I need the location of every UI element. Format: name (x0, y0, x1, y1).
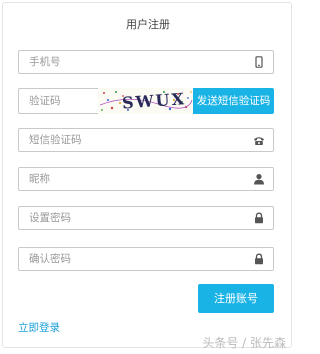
password-placeholder: 设置密码 (29, 212, 71, 224)
confirm-password-placeholder: 确认密码 (29, 253, 71, 265)
sms-code-placeholder: 短信验证码 (29, 134, 82, 146)
captcha-input[interactable]: 验证码 (18, 88, 98, 114)
nickname-placeholder: 昵称 (29, 173, 50, 185)
page-title: 用户注册 (126, 18, 170, 31)
login-link[interactable]: 立即登录 (18, 320, 60, 335)
mobile-phone-icon (253, 56, 265, 68)
captcha-text: SWUX (121, 89, 186, 112)
watermark: 头条号 / 张先森 (202, 336, 286, 350)
register-button[interactable]: 注册账号 (198, 284, 274, 313)
password-input[interactable]: 设置密码 (18, 206, 274, 230)
telephone-icon (253, 134, 265, 146)
phone-placeholder: 手机号 (29, 56, 61, 68)
confirm-password-input[interactable]: 确认密码 (18, 247, 274, 271)
captcha-row: 验证码 SWUX 发送短信验证码 (18, 88, 274, 114)
captcha-placeholder: 验证码 (29, 95, 61, 107)
user-icon (253, 173, 265, 185)
sms-code-input[interactable]: 短信验证码 (18, 128, 274, 152)
captcha-image[interactable]: SWUX (98, 88, 193, 114)
phone-input[interactable]: 手机号 (18, 50, 274, 74)
send-sms-button[interactable]: 发送短信验证码 (193, 88, 274, 114)
lock-icon (253, 212, 265, 224)
nickname-input[interactable]: 昵称 (18, 167, 274, 191)
lock-icon (253, 253, 265, 265)
